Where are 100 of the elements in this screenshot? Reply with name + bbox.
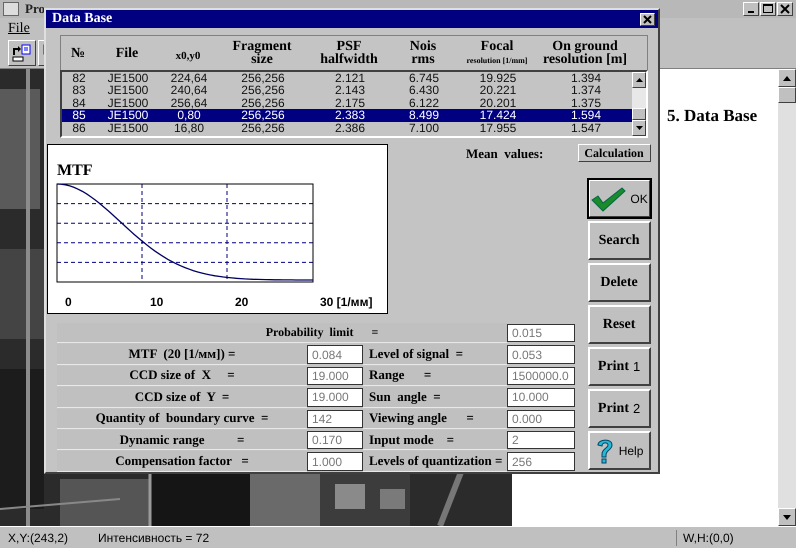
- value-field: 0.000: [507, 410, 575, 428]
- axis-label: 10: [150, 295, 164, 309]
- table-cell-text: 20.201: [478, 96, 518, 110]
- close-button[interactable]: [640, 12, 655, 26]
- table-cell-text: JE1500: [106, 122, 150, 134]
- system-menu-icon[interactable]: [3, 2, 19, 16]
- calculation-button[interactable]: Calculation: [578, 144, 651, 162]
- toolbar-button[interactable]: [8, 40, 36, 66]
- table-cell-text: JE1500: [106, 96, 150, 110]
- value-field: 19.000: [307, 366, 363, 386]
- value-field: 0.015: [507, 324, 575, 342]
- minimize-button[interactable]: [743, 2, 759, 16]
- table-cell-text: 1.375: [570, 96, 602, 110]
- table-cell-text: 240,64: [170, 84, 208, 97]
- table-row[interactable]: 82 JE1500 224,64 256,256 2.121 6.745 19.925 1.394: [62, 72, 632, 84]
- table-cell-text: 256,256: [240, 72, 286, 84]
- scroll-up-button[interactable]: [778, 69, 796, 87]
- dialog-button[interactable]: Help: [588, 431, 651, 470]
- parameter-label: MTF (20 [1/мм]) =: [57, 344, 307, 365]
- table-cell-text: 256,256: [240, 96, 286, 110]
- window-title: Pro: [25, 1, 45, 17]
- scroll-thumb[interactable]: [632, 108, 646, 120]
- axis-label: 0: [65, 295, 72, 309]
- parameter-label: Sun angle =: [363, 387, 507, 408]
- up-arrow-icon: [636, 78, 642, 82]
- table-cell-text: 1.594: [570, 109, 602, 122]
- table-cell-text: 256,256: [240, 122, 286, 134]
- column-header: File: [114, 46, 140, 60]
- value-field: 0.053: [507, 345, 575, 364]
- column-header: Nois rms: [408, 40, 438, 66]
- axis-label: 30 [1/мм]: [320, 295, 372, 309]
- document-heading: 5. Data Base: [667, 106, 758, 125]
- table-cell-text: 82: [71, 72, 87, 84]
- dialog-button[interactable]: Reset: [588, 305, 651, 344]
- status-text: X,Y:(243,2): [7, 530, 70, 546]
- scroll-up-button[interactable]: [632, 72, 646, 88]
- scroll-down-button[interactable]: [632, 120, 646, 136]
- scroll-thumb[interactable]: [778, 87, 796, 103]
- table-cell-text: 83: [71, 84, 87, 97]
- close-button[interactable]: [777, 2, 793, 16]
- scrollbar[interactable]: [778, 69, 796, 526]
- column-header: Fragment size: [231, 40, 293, 66]
- table-cell-text: 84: [71, 96, 87, 110]
- export-icon: [11, 43, 33, 63]
- table-cell-text: 6.122: [408, 96, 440, 110]
- value-field: 1500000.0: [507, 366, 575, 386]
- table-row[interactable]: 86 JE1500 16,80 256,256 2.386 7.100 17.955 1.547: [62, 122, 632, 134]
- table-cell-text: 16,80: [172, 122, 206, 134]
- parameter-label: Compensation factor =: [57, 451, 307, 472]
- dialog-button[interactable]: Search: [588, 221, 651, 260]
- maximize-button[interactable]: [760, 2, 776, 16]
- table-cell-text: 2.121: [334, 72, 366, 84]
- table-cell-text: 256,256: [240, 109, 286, 122]
- value-field: 0.170: [307, 430, 363, 450]
- table-cell-text: 6.745: [408, 72, 440, 84]
- table-cell-text: 7.100: [408, 122, 440, 134]
- value-field: 19.000: [307, 388, 363, 407]
- maximize-icon: [763, 4, 773, 14]
- down-arrow-icon: [783, 514, 791, 520]
- status-text: W,H:(0,0): [676, 530, 792, 546]
- table-row[interactable]: 83 JE1500 240,64 256,256 2.143 6.430 20.221 1.374: [62, 84, 632, 97]
- menu-item[interactable]: File: [8, 21, 30, 37]
- check-icon: [590, 186, 626, 212]
- dialog-button[interactable]: Delete: [588, 263, 651, 302]
- axis-label: 20: [235, 295, 248, 309]
- parameter-label: Quantity of boundary curve =: [57, 408, 307, 429]
- dialog-button[interactable]: OK: [588, 179, 651, 218]
- parameter-label: Level of signal =: [363, 344, 507, 365]
- close-icon: [780, 4, 790, 14]
- table-cell-text: JE1500: [106, 84, 150, 97]
- column-header: Focal resolution [1/mm]: [466, 40, 528, 66]
- parameter-label: Range =: [363, 366, 507, 386]
- dialog-button[interactable]: Print 2: [588, 389, 651, 428]
- parameter-label: Dynamic range =: [57, 430, 307, 450]
- column-header: x0,y0: [174, 48, 202, 62]
- table-cell-text: 17.955: [478, 122, 518, 134]
- parameter-label: Input mode =: [363, 430, 507, 450]
- table-row[interactable]: 84 JE1500 256,64 256,256 2.175 6.122 20.201 1.375: [62, 96, 632, 110]
- value-field: 1.000: [307, 452, 363, 471]
- minimize-icon: [748, 11, 754, 13]
- parameter-label: CCD size of Y =: [57, 387, 307, 408]
- table-cell-text: 256,64: [170, 96, 208, 110]
- column-header: PSF halfwidth: [319, 40, 379, 66]
- value-field: 256: [507, 452, 575, 471]
- table-cell-text: 256,256: [240, 84, 286, 97]
- table-cell-text: 85: [71, 109, 87, 122]
- dialog-title: Data Base: [52, 11, 112, 27]
- table-row[interactable]: 85 JE1500 0,80 256,256 2.383 8.499 17.424 1.594: [62, 109, 632, 122]
- table-cell-text: 1.547: [570, 122, 602, 134]
- scrollbar[interactable]: [632, 72, 646, 136]
- parameter-label: Probability limit =: [57, 323, 507, 344]
- mean-values-label: Mean values:: [466, 146, 544, 163]
- column-header: On ground resolution [m]: [542, 40, 628, 66]
- value-field: 2: [507, 430, 575, 450]
- table-cell-text: 17.424: [478, 109, 518, 122]
- table-cell-text: 2.143: [334, 84, 366, 97]
- up-arrow-icon: [783, 76, 791, 80]
- dialog-button[interactable]: Print 1: [588, 347, 651, 386]
- table-cell-text: JE1500: [106, 72, 150, 84]
- scroll-down-button[interactable]: [778, 508, 796, 526]
